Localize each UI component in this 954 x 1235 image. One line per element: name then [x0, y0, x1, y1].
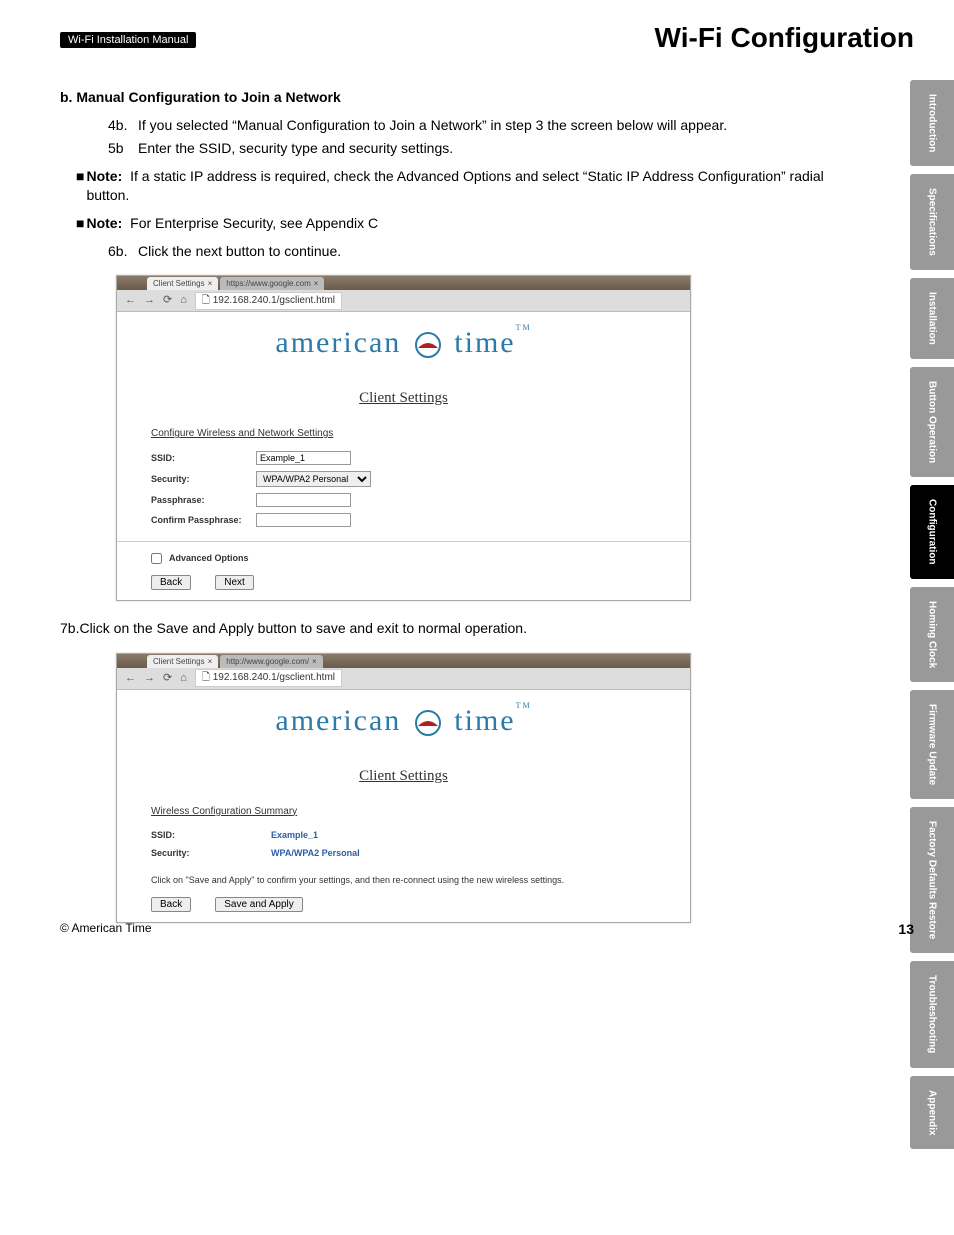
home-icon: ⌂ [180, 671, 187, 686]
screenshot-1: Client Settings× https://www.google.com×… [116, 275, 691, 601]
passphrase-input[interactable] [256, 493, 351, 507]
nav-tab[interactable]: Specifications [910, 174, 954, 270]
client-settings-title: Client Settings [117, 388, 690, 409]
forward-icon: → [144, 671, 155, 686]
step-4b: 4b. If you selected “Manual Configuratio… [108, 116, 860, 136]
browser-tab: Client Settings× [147, 655, 218, 668]
nav-tab[interactable]: Installation [910, 278, 954, 359]
note-label: Note: [86, 168, 122, 184]
ssid-label: SSID: [151, 829, 271, 842]
note-text: If a static IP address is required, chec… [86, 168, 823, 204]
step-6b: 6b. Click the next button to continue. [108, 242, 860, 262]
passphrase-label: Passphrase: [151, 494, 256, 507]
brand-logo: american timeTM [117, 318, 690, 366]
bullet-icon: ■ [76, 214, 84, 234]
step-num: 5b [108, 139, 138, 159]
nav-tab[interactable]: Factory Defaults Restore [910, 807, 954, 953]
confirm-passphrase-label: Confirm Passphrase: [151, 514, 256, 527]
brand-logo: american timeTM [117, 696, 690, 744]
instructions: Click on "Save and Apply" to confirm you… [151, 874, 656, 887]
advanced-options[interactable]: Advanced Options [147, 550, 656, 567]
section-tabs: Introduction Specifications Installation Bu… [910, 80, 954, 1149]
back-icon: ← [125, 293, 136, 308]
reload-icon: ⟳ [163, 293, 172, 308]
nav-tab[interactable]: Homing Clock [910, 587, 954, 682]
nav-tab[interactable]: Configuration [910, 485, 954, 579]
advanced-checkbox[interactable] [151, 553, 162, 564]
step-num: 6b. [108, 242, 138, 262]
nav-tab[interactable]: Troubleshooting [910, 961, 954, 1067]
confirm-passphrase-input[interactable] [256, 513, 351, 527]
home-icon: ⌂ [180, 293, 187, 308]
step-5b: 5b Enter the SSID, security type and sec… [108, 139, 860, 159]
back-button[interactable]: Back [151, 575, 191, 590]
browser-tab: https://www.google.com× [220, 277, 324, 290]
forward-icon: → [144, 293, 155, 308]
step-text: Click the next button to continue. [138, 242, 341, 262]
page-title: Wi-Fi Configuration [655, 22, 914, 54]
nav-tab[interactable]: Button Operation [910, 367, 954, 477]
ssid-label: SSID: [151, 452, 256, 465]
step-7b: 7b.Click on the Save and Apply button to… [60, 619, 860, 639]
note-2: ■ Note: For Enterprise Security, see App… [76, 214, 860, 234]
copyright: © American Time [60, 921, 152, 937]
form-heading: Configure Wireless and Network Settings [151, 427, 656, 441]
address-bar: ← → ⟳ ⌂ 🗋 192.168.240.1/gsclient.html [117, 290, 690, 312]
browser-tab: http://www.google.com/× [220, 655, 322, 668]
url-field: 🗋 192.168.240.1/gsclient.html [195, 292, 342, 310]
browser-tab: Client Settings× [147, 277, 218, 290]
security-label: Security: [151, 473, 256, 486]
back-button[interactable]: Back [151, 897, 191, 912]
main-content: b. Manual Configuration to Join a Networ… [60, 88, 860, 923]
note-text: For Enterprise Security, see Appendix C [126, 215, 378, 231]
browser-titlebar: Client Settings× http://www.google.com/× [117, 654, 690, 668]
url-field: 🗋 192.168.240.1/gsclient.html [195, 669, 342, 687]
form-heading: Wireless Configuration Summary [151, 805, 656, 819]
security-label: Security: [151, 847, 271, 860]
nav-tab[interactable]: Firmware Update [910, 690, 954, 799]
ssid-input[interactable] [256, 451, 351, 465]
ssid-value: Example_1 [271, 829, 318, 842]
section-heading: b. Manual Configuration to Join a Networ… [60, 88, 860, 108]
step-text: If you selected “Manual Configuration to… [138, 116, 727, 136]
step-text: Enter the SSID, security type and securi… [138, 139, 453, 159]
nav-tab[interactable]: Introduction [910, 80, 954, 166]
back-icon: ← [125, 671, 136, 686]
note-label: Note: [86, 215, 122, 231]
note-1: ■ Note: If a static IP address is requir… [76, 167, 860, 206]
security-select[interactable]: WPA/WPA2 Personal [256, 471, 371, 487]
save-apply-button[interactable]: Save and Apply [215, 897, 303, 912]
next-button[interactable]: Next [215, 575, 254, 590]
nav-tab[interactable]: Appendix [910, 1076, 954, 1150]
screenshot-2: Client Settings× http://www.google.com/×… [116, 653, 691, 923]
client-settings-title: Client Settings [117, 766, 690, 787]
address-bar: ← → ⟳ ⌂ 🗋 192.168.240.1/gsclient.html [117, 668, 690, 690]
header-badge: Wi-Fi Installation Manual [60, 32, 196, 48]
page-number: 13 [898, 921, 914, 937]
bullet-icon: ■ [76, 167, 84, 206]
security-value: WPA/WPA2 Personal [271, 847, 360, 860]
step-num: 4b. [108, 116, 138, 136]
reload-icon: ⟳ [163, 671, 172, 686]
browser-titlebar: Client Settings× https://www.google.com× [117, 276, 690, 290]
